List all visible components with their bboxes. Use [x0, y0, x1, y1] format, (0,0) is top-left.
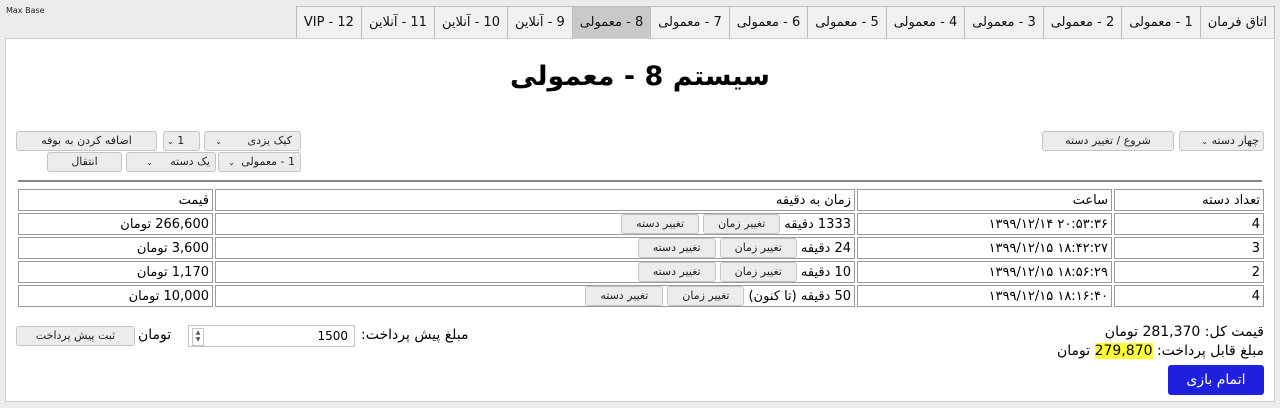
cell-minutes: 1333 دقیقه تغییر زمان تغییر دسته — [215, 213, 855, 235]
tab-system-9[interactable]: 9 - آنلاین — [506, 6, 573, 38]
chevron-down-icon: ⌄ — [215, 137, 222, 146]
table-row: 4 ۲۰:۵۳:۳۶ ۱۳۹۹/۱۲/۱۴ 1333 دقیقه تغییر زمان… — [18, 213, 1264, 235]
system-tabbar: اتاق فرمان 1 - معمولی 2 - معمولی 3 - معمولی… — [295, 6, 1275, 39]
quantity-value: 1 — [177, 134, 185, 147]
tab-system-8[interactable]: 8 - معمولی — [571, 6, 652, 38]
prepayment-input[interactable]: 1500 ▲ ▼ — [188, 325, 355, 347]
tab-system-5[interactable]: 5 - معمولی — [807, 6, 887, 38]
cell-time: ۱۸:۱۶:۴۰ ۱۳۹۹/۱۲/۱۵ — [857, 285, 1112, 307]
finish-game-button[interactable]: اتمام بازی — [1168, 365, 1264, 395]
sessions-table: تعداد دسته ساعت زمان به دقیقه قیمت 4 ۲۰:۵… — [16, 187, 1266, 309]
payable-amount: مبلغ قابل پرداخت: 279,870 تومان — [1057, 343, 1264, 359]
minutes-value: 1333 دقیقه — [784, 216, 851, 232]
cell-minutes: 50 دقیقه (تا کنون) تغییر زمان تغییر دسته — [215, 285, 855, 307]
controller-count-select[interactable]: چهار دسته ⌄ — [1179, 131, 1264, 151]
tab-system-2[interactable]: 2 - معمولی — [1042, 6, 1123, 38]
table-row: 3 ۱۸:۴۲:۲۷ ۱۳۹۹/۱۲/۱۵ 24 دقیقه تغییر زمان تغ… — [18, 237, 1264, 259]
chevron-down-icon: ⌄ — [228, 158, 235, 167]
payable-value: 279,870 — [1094, 343, 1153, 359]
add-to-buffet-button[interactable]: اضافه کردن به بوفه — [16, 131, 157, 151]
cell-price: 1,170 تومان — [18, 261, 213, 283]
total-price: قیمت کل: 281,370 تومان — [1105, 324, 1264, 340]
change-controller-button[interactable]: تغییر دسته — [621, 214, 700, 234]
spinner-arrows-icon[interactable]: ▲ ▼ — [192, 328, 204, 346]
minutes-value: 24 دقیقه — [800, 240, 851, 256]
cell-minutes: 24 دقیقه تغییر زمان تغییر دسته — [215, 237, 855, 259]
minutes-value: 10 دقیقه — [800, 264, 851, 280]
controller-count-value: چهار دسته — [1211, 134, 1259, 147]
tab-system-3[interactable]: 3 - معمولی — [964, 6, 1044, 38]
cell-controllers: 4 — [1114, 285, 1264, 307]
total-value: 281,370 — [1142, 324, 1201, 340]
header-price: قیمت — [18, 189, 213, 211]
cell-controllers: 2 — [1114, 261, 1264, 283]
tab-system-6[interactable]: 6 - معمولی — [728, 6, 809, 38]
change-time-button[interactable]: تغییر زمان — [719, 238, 797, 258]
change-controller-button[interactable]: تغییر دسته — [585, 286, 664, 306]
header-minutes: زمان به دقیقه — [215, 189, 855, 211]
header-time: ساعت — [857, 189, 1112, 211]
target-controller-value: یک دسته — [170, 155, 210, 168]
target-system-value: 1 - معمولی — [241, 155, 295, 168]
table-header-row: تعداد دسته ساعت زمان به دقیقه قیمت — [18, 189, 1264, 211]
change-time-button[interactable]: تغییر زمان — [667, 286, 745, 306]
target-controller-select[interactable]: یک دسته ⌄ — [126, 152, 216, 172]
tab-system-7[interactable]: 7 - معمولی — [650, 6, 730, 38]
prepay-currency: تومان — [138, 327, 172, 343]
change-controller-button[interactable]: تغییر دسته — [637, 262, 716, 282]
submit-prepayment-button[interactable]: ثبت پیش پرداخت — [16, 326, 135, 346]
total-label: قیمت کل: — [1204, 324, 1264, 340]
prepay-label: مبلغ پیش پرداخت: — [361, 327, 469, 343]
target-system-select[interactable]: 1 - معمولی ⌄ — [218, 152, 301, 172]
table-row: 2 ۱۸:۵۶:۲۹ ۱۳۹۹/۱۲/۱۵ 10 دقیقه تغییر زمان تغ… — [18, 261, 1264, 283]
payable-currency: تومان — [1056, 343, 1091, 359]
header-controllers: تعداد دسته — [1114, 189, 1264, 211]
cell-time: ۲۰:۵۳:۳۶ ۱۳۹۹/۱۲/۱۴ — [857, 213, 1112, 235]
tab-system-0[interactable]: اتاق فرمان — [1199, 6, 1275, 38]
tab-system-10[interactable]: 10 - آنلاین — [433, 6, 508, 38]
table-row: 4 ۱۸:۱۶:۴۰ ۱۳۹۹/۱۲/۱۵ 50 دقیقه (تا کنون) تغ… — [18, 285, 1264, 307]
cell-price: 266,600 تومان — [18, 213, 213, 235]
buffet-item-select[interactable]: کیک یزدی ⌄ — [204, 131, 301, 151]
cell-controllers: 4 — [1114, 213, 1264, 235]
chevron-down-icon: ⌄ — [146, 158, 153, 167]
chevron-down-icon: ⌄ — [1201, 137, 1209, 146]
tab-system-11[interactable]: 11 - آنلاین — [360, 6, 435, 38]
transfer-button[interactable]: انتقال — [47, 152, 122, 172]
tab-system-4[interactable]: 4 - معمولی — [885, 6, 966, 38]
page-title: سیستم 8 - معمولی — [510, 61, 770, 92]
system-panel: سیستم 8 - معمولی چهار دسته ⌄ شروع / تغیی… — [5, 38, 1275, 402]
total-currency: تومان — [1104, 324, 1138, 340]
cell-price: 3,600 تومان — [18, 237, 213, 259]
change-controller-button[interactable]: تغییر دسته — [637, 238, 716, 258]
minutes-value: 50 دقیقه (تا کنون) — [748, 288, 851, 304]
divider — [18, 180, 1262, 182]
buffet-item-value: کیک یزدی — [247, 134, 292, 147]
tab-system-1[interactable]: 1 - معمولی — [1121, 6, 1201, 38]
cell-time: ۱۸:۴۲:۲۷ ۱۳۹۹/۱۲/۱۵ — [857, 237, 1112, 259]
app-title: Max Base — [6, 6, 45, 15]
tab-system-12[interactable]: VIP - 12 — [295, 6, 362, 38]
chevron-down-icon: ⌄ — [167, 137, 174, 146]
cell-controllers: 3 — [1114, 237, 1264, 259]
start-change-button[interactable]: شروع / تغییر دسته — [1042, 131, 1174, 151]
change-time-button[interactable]: تغییر زمان — [703, 214, 781, 234]
payable-label: مبلغ قابل پرداخت: — [1156, 343, 1264, 359]
cell-time: ۱۸:۵۶:۲۹ ۱۳۹۹/۱۲/۱۵ — [857, 261, 1112, 283]
change-time-button[interactable]: تغییر زمان — [719, 262, 797, 282]
quantity-select[interactable]: ⌄ 1 — [163, 131, 200, 151]
prepayment-value: 1500 — [317, 329, 348, 343]
cell-minutes: 10 دقیقه تغییر زمان تغییر دسته — [215, 261, 855, 283]
cell-price: 10,000 تومان — [18, 285, 213, 307]
